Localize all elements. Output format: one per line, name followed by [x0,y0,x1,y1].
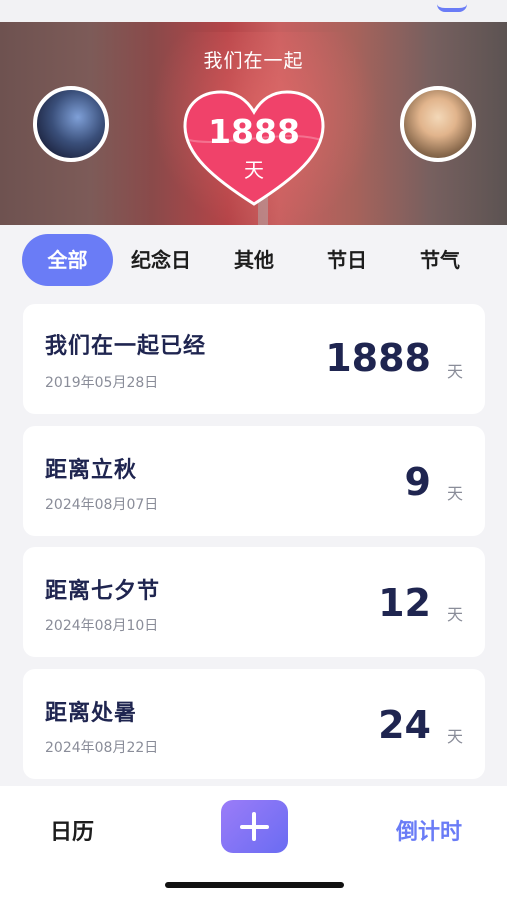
card-unit: 天 [446,362,463,381]
card-title: 距离立秋 [45,458,138,483]
hero-caption: 我们在一起 [203,50,304,72]
add-button[interactable] [221,800,288,853]
avatar-left[interactable] [33,86,109,162]
card-unit: 天 [446,484,463,503]
category-tabs: 全部 纪念日 其他 节日 节气 [22,234,487,286]
together-days-unit: 天 [244,158,264,182]
event-card[interactable]: 我们在一起已经 2019年05月28日 1888 天 [23,304,485,414]
tab-solar-term[interactable]: 节气 [411,234,469,286]
event-card[interactable]: 距离七夕节 2024年08月10日 12 天 [23,547,485,657]
avatar-right[interactable] [400,86,476,162]
tab-other[interactable]: 其他 [225,234,283,286]
nav-calendar[interactable]: 日历 [50,814,94,846]
event-card[interactable]: 距离立秋 2024年08月07日 9 天 [23,426,485,536]
tab-all[interactable]: 全部 [22,234,113,286]
card-date: 2024年08月10日 [45,618,159,634]
event-card[interactable]: 距离处暑 2024年08月22日 24 天 [23,669,485,779]
top-strip [0,0,507,22]
card-date: 2024年08月22日 [45,740,159,756]
card-unit: 天 [446,727,463,746]
together-days-number: 1888 [208,112,300,151]
card-date: 2019年05月28日 [45,375,159,391]
tab-anniversary[interactable]: 纪念日 [126,234,196,286]
top-right-icon[interactable] [437,0,467,12]
card-title: 距离七夕节 [45,579,161,604]
card-count: 12 [378,581,431,625]
card-count: 24 [378,703,431,747]
nav-countdown[interactable]: 倒计时 [396,814,462,846]
card-title: 我们在一起已经 [45,334,207,359]
home-indicator[interactable] [165,882,344,888]
card-count: 1888 [325,336,431,380]
hero-banner: 我们在一起 1888 天 [0,22,507,225]
card-title: 距离处暑 [45,701,138,726]
tab-festival[interactable]: 节日 [318,234,376,286]
card-unit: 天 [446,605,463,624]
card-date: 2024年08月07日 [45,497,159,513]
card-count: 9 [404,460,431,504]
heart-counter: 1888 天 [183,90,325,208]
plus-icon-vertical [252,812,256,841]
